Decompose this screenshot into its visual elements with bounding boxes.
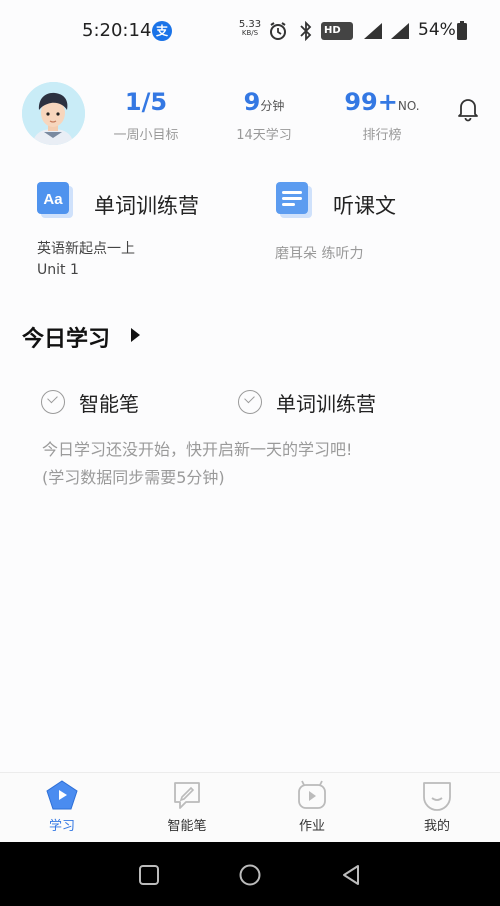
bluetooth-icon <box>300 21 312 41</box>
vocab-card-subtitle: 英语新起点一上 Unit 1 <box>37 241 135 278</box>
alipay-icon: 支 <box>152 21 172 41</box>
weekly-goal-stat[interactable]: 1/5 一周小目标 <box>91 88 201 143</box>
today-item-vocab-camp[interactable]: 单词训练营 <box>238 389 376 416</box>
today-title: 今日学习 <box>22 327 111 352</box>
today-item-label: 单词训练营 <box>276 391 376 416</box>
pen-icon <box>174 782 200 809</box>
ranking-stat[interactable]: 99+NO. 排行榜 <box>327 88 437 143</box>
bottom-nav: 学习 智能笔 作业 我的 <box>0 772 500 842</box>
svg-text:Aa: Aa <box>43 191 63 208</box>
listen-card-title: 听课文 <box>333 194 396 218</box>
triangle-right-icon <box>131 328 140 342</box>
today-hint: 今日学习还没开始，快开启新一天的学习吧! (学习数据同步需要5分钟) <box>42 440 353 487</box>
system-nav-bar <box>0 842 500 906</box>
battery-icon <box>457 21 467 40</box>
today-item-smart-pen[interactable]: 智能笔 <box>41 389 139 416</box>
tab-smart-pen[interactable]: 智能笔 <box>142 779 232 834</box>
status-bar: 5:20:14 支 5.33 KB/S HD 54% <box>0 0 500 62</box>
listen-card-subtitle: 磨耳朵 练听力 <box>275 246 364 262</box>
bell-icon[interactable] <box>455 96 481 122</box>
status-time: 5:20:14 <box>82 20 152 41</box>
signal-icon <box>391 23 409 39</box>
avatar[interactable] <box>22 82 85 145</box>
today-item-label: 智能笔 <box>79 391 139 416</box>
profile-icon <box>423 782 451 811</box>
recent-apps-icon[interactable] <box>138 864 160 886</box>
tab-homework[interactable]: 作业 <box>267 779 357 834</box>
battery-percent: 54% <box>418 20 456 40</box>
study-time-stat[interactable]: 9分钟 14天学习 <box>209 88 319 143</box>
check-circle-icon <box>41 390 65 414</box>
avatar-image <box>22 82 85 145</box>
tab-mine[interactable]: 我的 <box>392 779 482 834</box>
tab-study[interactable]: 学习 <box>17 779 107 834</box>
vocab-icon: Aa <box>37 182 73 218</box>
document-icon <box>276 182 312 218</box>
homework-icon <box>298 780 326 809</box>
vocab-card-title: 单词训练营 <box>94 194 199 218</box>
alarm-icon <box>270 22 286 40</box>
signal-icon <box>364 23 382 39</box>
back-icon[interactable] <box>340 863 362 887</box>
check-circle-icon <box>238 390 262 414</box>
play-icon <box>46 780 78 810</box>
home-icon[interactable] <box>238 863 262 887</box>
hd-badge: HD <box>321 22 353 40</box>
net-speed: 5.33 KB/S <box>238 19 262 38</box>
